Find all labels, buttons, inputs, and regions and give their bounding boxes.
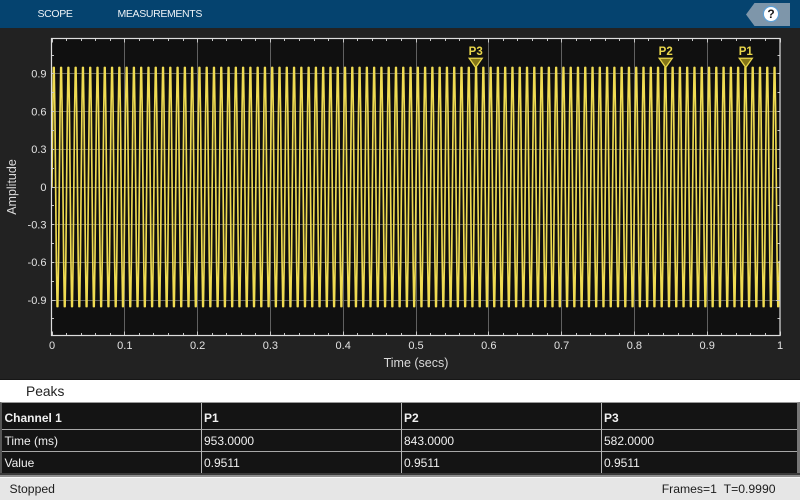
svg-text:P1: P1	[739, 46, 754, 58]
svg-text:0: 0	[40, 182, 46, 194]
svg-text:0.2: 0.2	[190, 340, 205, 352]
svg-text:0.1: 0.1	[117, 340, 132, 352]
svg-text:P2: P2	[659, 46, 673, 58]
svg-text:0.6: 0.6	[31, 106, 46, 118]
svg-text:-0.9: -0.9	[28, 295, 47, 307]
svg-text:0.9: 0.9	[31, 69, 46, 81]
svg-text:P3: P3	[469, 46, 483, 58]
svg-text:0.7: 0.7	[554, 340, 569, 352]
svg-text:0.9: 0.9	[700, 340, 715, 352]
svg-text:-0.6: -0.6	[28, 257, 47, 269]
svg-text:0.5: 0.5	[408, 340, 423, 352]
svg-text:0.8: 0.8	[627, 340, 642, 352]
svg-text:0.4: 0.4	[336, 340, 351, 352]
svg-text:0.3: 0.3	[31, 144, 46, 156]
svg-text:Amplitude: Amplitude	[5, 159, 19, 215]
svg-text:0: 0	[49, 340, 55, 352]
svg-text:Time (secs): Time (secs)	[384, 356, 449, 370]
svg-text:0.3: 0.3	[263, 340, 278, 352]
svg-text:0.6: 0.6	[481, 340, 496, 352]
svg-text:-0.3: -0.3	[28, 220, 47, 232]
svg-text:1: 1	[777, 340, 783, 352]
